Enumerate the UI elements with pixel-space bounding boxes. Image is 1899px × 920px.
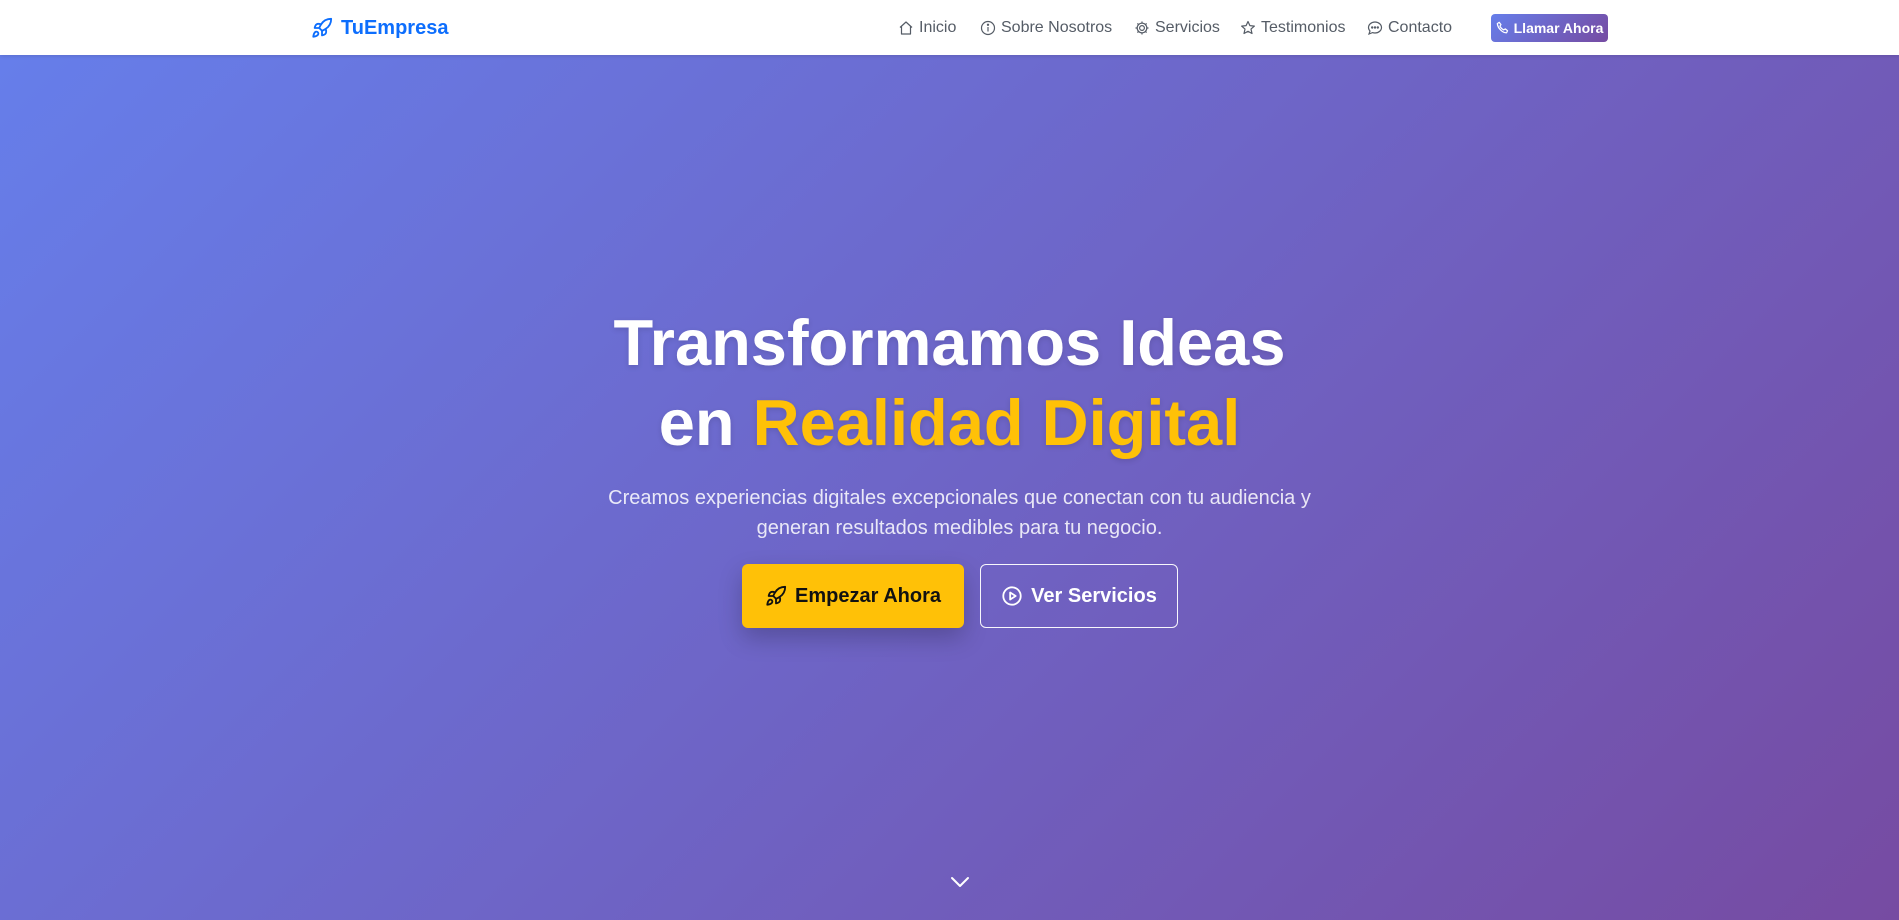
nav-link-servicios[interactable]: Servicios: [1134, 16, 1220, 40]
nav-menu: Inicio Sobre Nosotros Servicios Testimon…: [0, 16, 1899, 40]
nav-link-label: Sobre Nosotros: [1001, 19, 1113, 36]
call-now-button[interactable]: Llamar Ahora: [1491, 14, 1608, 42]
start-now-label: Empezar Ahora: [795, 584, 941, 607]
hero-title-prefix: en: [658, 386, 753, 459]
nav-link-label: Contacto: [1388, 19, 1453, 36]
scroll-down-indicator[interactable]: [947, 871, 973, 897]
nav-link-label: Testimonios: [1261, 19, 1346, 36]
hero-section: Transformamos Ideas en Realidad Digital …: [0, 55, 1899, 920]
hero-title-accent: Realidad Digital: [752, 386, 1241, 459]
call-now-label: Llamar Ahora: [1513, 20, 1604, 36]
view-services-button[interactable]: Ver Servicios: [980, 564, 1178, 628]
info-circle-icon: [980, 20, 996, 36]
nav-link-inicio[interactable]: Inicio: [898, 16, 956, 40]
hero-title: Transformamos Ideas en Realidad Digital: [0, 303, 1899, 463]
hero-title-line1: Transformamos Ideas: [613, 306, 1286, 379]
play-circle-icon: [1001, 585, 1023, 607]
hero-subtitle: Creamos experiencias digitales excepcion…: [608, 487, 1311, 539]
chat-dots-icon: [1367, 20, 1383, 36]
top-navbar: TuEmpresa Inicio Sobre Nosotros Servicio…: [0, 0, 1899, 55]
nav-link-sobre-nosotros[interactable]: Sobre Nosotros: [980, 16, 1112, 40]
view-services-label: Ver Servicios: [1031, 584, 1157, 607]
nav-link-label: Inicio: [919, 19, 957, 36]
rocket-icon: [765, 585, 787, 607]
start-now-button[interactable]: Empezar Ahora: [742, 564, 964, 628]
phone-icon: [1496, 21, 1510, 35]
gear-icon: [1134, 20, 1150, 36]
nav-link-contacto[interactable]: Contacto: [1367, 16, 1452, 40]
nav-link-testimonios[interactable]: Testimonios: [1240, 16, 1345, 40]
nav-link-label: Servicios: [1155, 19, 1220, 36]
star-icon: [1240, 20, 1256, 36]
chevron-down-icon: [948, 870, 972, 899]
house-icon: [898, 20, 914, 36]
